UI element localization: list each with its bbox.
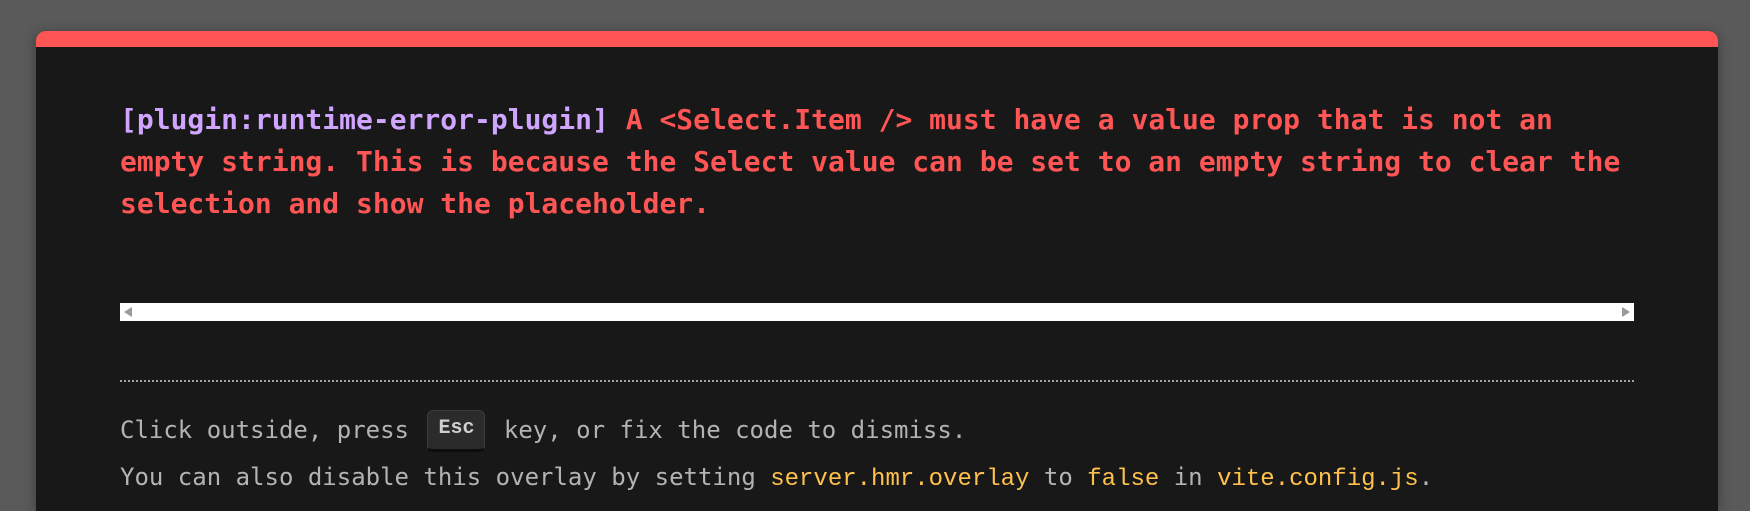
- config-tip-in: in: [1159, 463, 1218, 491]
- dismiss-tip: Click outside, press Esc key, or fix the…: [120, 409, 966, 452]
- scroll-right-arrow-icon[interactable]: [1622, 307, 1630, 317]
- error-overlay: [plugin:runtime-error-plugin] A <Select.…: [36, 31, 1718, 511]
- config-tip-to: to: [1029, 463, 1088, 491]
- config-file: vite.config.js: [1217, 466, 1419, 493]
- esc-key: Esc: [427, 410, 486, 452]
- config-tip: You can also disable this overlay by set…: [120, 459, 1433, 498]
- plugin-id: [plugin:runtime-error-plugin]: [120, 103, 609, 136]
- error-message: [plugin:runtime-error-plugin] A <Select.…: [120, 99, 1638, 225]
- divider: [120, 380, 1634, 382]
- config-tip-prefix: You can also disable this overlay by set…: [120, 463, 771, 491]
- scroll-left-arrow-icon[interactable]: [124, 307, 132, 317]
- setting-value: false: [1087, 466, 1160, 493]
- tip-text-after: key, or fix the code to dismiss.: [489, 416, 967, 444]
- tip-text-before: Click outside, press: [120, 416, 424, 444]
- setting-name: server.hmr.overlay: [770, 466, 1030, 493]
- horizontal-scrollbar[interactable]: [120, 303, 1634, 321]
- config-tip-period: .: [1418, 463, 1434, 491]
